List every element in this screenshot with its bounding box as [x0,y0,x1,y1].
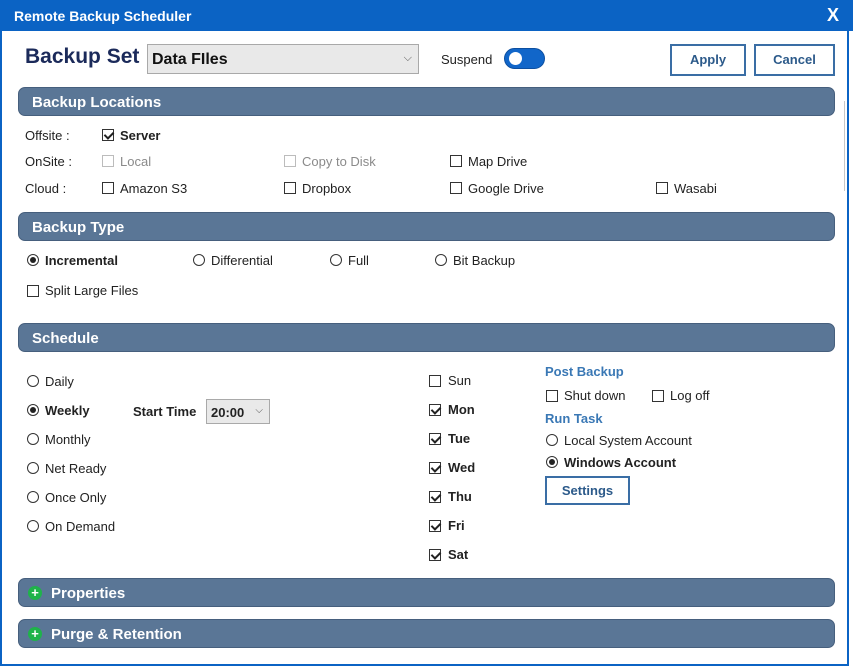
local-label: Local [120,154,152,169]
bit-backup-radio[interactable] [435,254,447,266]
incremental-label: Incremental [45,253,118,268]
google-drive-checkbox[interactable] [450,182,462,194]
windows-account-label: Windows Account [564,455,677,470]
start-time-value: 20:00 [211,405,245,420]
properties-title: Properties [51,585,126,602]
day-tue-label: Tue [448,431,471,446]
on-demand-label: On Demand [45,519,116,534]
section-backup-locations[interactable]: Backup Locations [18,87,835,116]
server-checkbox[interactable] [102,129,114,141]
weekly-label: Weekly [45,403,90,418]
split-large-files-label: Split Large Files [45,283,139,298]
local-checkbox[interactable] [102,155,114,167]
differential-label: Differential [211,253,273,268]
differential-radio[interactable] [193,254,205,266]
wasabi-checkbox[interactable] [656,182,668,194]
suspend-toggle[interactable] [504,48,545,69]
net-ready-radio[interactable] [27,462,39,474]
title-bar: Remote Backup Scheduler X [0,0,853,31]
log-off-label: Log off [670,388,710,403]
toggle-knob [509,52,522,65]
local-system-account-radio[interactable] [546,434,558,446]
backup-set-label: Backup Set [25,45,140,68]
window-edge-strip [844,101,847,191]
start-time-select[interactable]: 20:00 ⌵ [206,399,270,424]
day-sun-label: Sun [448,373,472,388]
backup-set-select[interactable]: Data FIles ⌵ [147,44,419,74]
section-schedule[interactable]: Schedule [18,323,835,352]
day-mon-checkbox[interactable] [429,404,441,416]
once-only-radio[interactable] [27,491,39,503]
windows-account-radio[interactable] [546,456,558,468]
window-title: Remote Backup Scheduler [14,8,192,24]
suspend-label: Suspend [441,52,493,67]
day-tue-checkbox[interactable] [429,433,441,445]
on-demand-radio[interactable] [27,520,39,532]
copy-to-disk-checkbox[interactable] [284,155,296,167]
server-label: Server [120,128,161,143]
day-fri-checkbox[interactable] [429,520,441,532]
monthly-label: Monthly [45,432,91,447]
day-sun-checkbox[interactable] [429,375,441,387]
shut-down-label: Shut down [564,388,626,403]
close-icon[interactable]: X [827,5,839,26]
day-sat-label: Sat [448,547,469,562]
expand-plus-icon[interactable]: + [28,627,42,641]
day-wed-label: Wed [448,460,476,475]
apply-button[interactable]: Apply [670,44,746,76]
weekly-radio[interactable] [27,404,39,416]
day-thu-checkbox[interactable] [429,491,441,503]
split-large-files-checkbox[interactable] [27,285,39,297]
daily-radio[interactable] [27,375,39,387]
day-mon-label: Mon [448,402,475,417]
backup-set-value: Data FIles [152,51,228,68]
purge-retention-title: Purge & Retention [51,626,182,643]
net-ready-label: Net Ready [45,461,107,476]
settings-button[interactable]: Settings [545,476,630,505]
run-task-title: Run Task [545,411,603,426]
dropbox-checkbox[interactable] [284,182,296,194]
google-drive-label: Google Drive [468,181,544,196]
section-properties[interactable]: + Properties [18,578,835,607]
monthly-radio[interactable] [27,433,39,445]
bit-backup-label: Bit Backup [453,253,516,268]
dropbox-label: Dropbox [302,181,352,196]
offsite-label: Offsite : [25,128,70,143]
map-drive-label: Map Drive [468,154,528,169]
log-off-checkbox[interactable] [652,390,664,402]
post-backup-title: Post Backup [545,364,624,379]
onsite-label: OnSite : [25,154,72,169]
copy-to-disk-label: Copy to Disk [302,154,376,169]
day-thu-label: Thu [448,489,472,504]
expand-plus-icon[interactable]: + [28,586,42,600]
section-purge-retention[interactable]: + Purge & Retention [18,619,835,648]
chevron-down-icon: ⌵ [255,405,263,416]
local-system-account-label: Local System Account [564,433,692,448]
once-only-label: Once Only [45,490,107,505]
full-radio[interactable] [330,254,342,266]
day-fri-label: Fri [448,518,465,533]
map-drive-checkbox[interactable] [450,155,462,167]
shut-down-checkbox[interactable] [546,390,558,402]
chevron-down-icon: ⌵ [403,52,412,64]
amazon-s3-label: Amazon S3 [120,181,188,196]
section-backup-type[interactable]: Backup Type [18,212,835,241]
incremental-radio[interactable] [27,254,39,266]
amazon-s3-checkbox[interactable] [102,182,114,194]
wasabi-label: Wasabi [674,181,717,196]
day-sat-checkbox[interactable] [429,549,441,561]
full-label: Full [348,253,369,268]
daily-label: Daily [45,374,74,389]
cancel-button[interactable]: Cancel [754,44,835,76]
cloud-label: Cloud : [25,181,67,196]
day-wed-checkbox[interactable] [429,462,441,474]
start-time-label: Start Time [133,404,197,419]
